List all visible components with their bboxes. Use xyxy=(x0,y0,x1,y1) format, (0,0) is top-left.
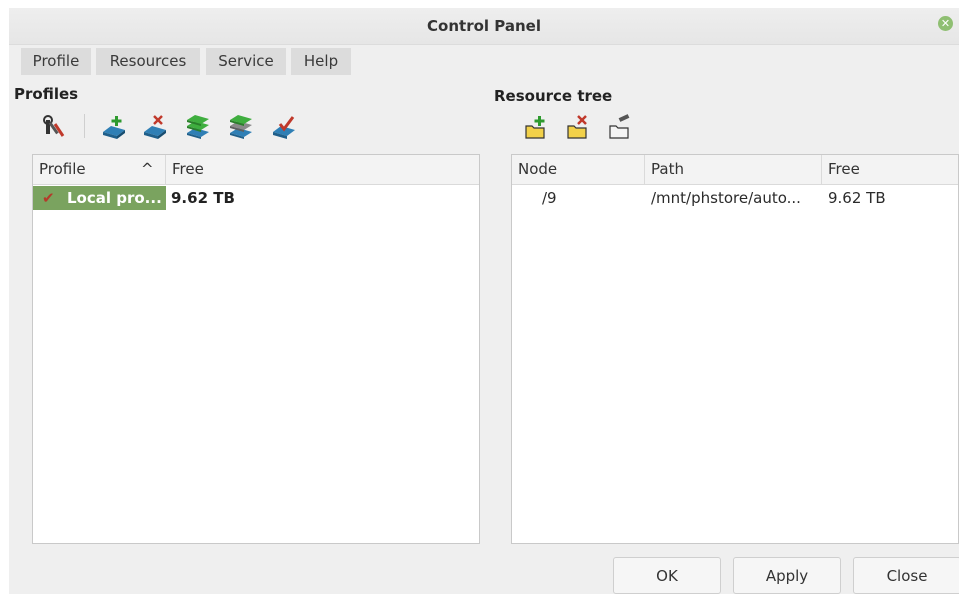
window-close-icon[interactable]: ✕ xyxy=(938,16,953,31)
check-mark-icon: ✔ xyxy=(42,189,55,207)
table-row[interactable]: /9 /mnt/phstore/auto... 9.62 TB xyxy=(512,186,958,210)
profile-name: Local pro... xyxy=(67,189,162,207)
control-panel-window: Control Panel ✕ Profile Resources Servic… xyxy=(9,8,959,594)
add-folder-icon[interactable] xyxy=(523,114,549,140)
edit-folder-icon[interactable] xyxy=(607,114,633,140)
remove-folder-icon[interactable] xyxy=(565,114,591,140)
table-row[interactable]: ✔ Local pro... 9.62 TB xyxy=(33,186,479,210)
resource-list-header: Node Path Free xyxy=(512,155,958,185)
menu-resources[interactable]: Resources xyxy=(96,48,200,75)
add-disk-icon[interactable] xyxy=(101,114,127,140)
node-name: /9 xyxy=(542,189,557,207)
column-profile-label: Profile xyxy=(39,160,86,178)
menu-service[interactable]: Service xyxy=(206,48,286,75)
profile-free-space: 9.62 TB xyxy=(171,189,235,207)
settings-tools-icon[interactable] xyxy=(42,114,68,140)
apply-button[interactable]: Apply xyxy=(733,557,841,594)
toolbar-separator xyxy=(84,114,85,138)
node-path: /mnt/phstore/auto... xyxy=(651,189,801,207)
resource-tree-title: Resource tree xyxy=(494,87,613,105)
menu-help[interactable]: Help xyxy=(291,48,351,75)
gray-disks-icon[interactable] xyxy=(228,114,254,140)
window-title: Control Panel xyxy=(427,17,541,35)
profiles-list[interactable]: Profile ^ Free ✔ Local pro... 9.62 TB xyxy=(32,154,480,544)
node-free-space: 9.62 TB xyxy=(828,189,886,207)
column-profile[interactable]: Profile ^ xyxy=(33,155,166,184)
column-node[interactable]: Node xyxy=(512,155,645,184)
column-free[interactable]: Free xyxy=(822,155,958,184)
resource-tree-list[interactable]: Node Path Free /9 /mnt/phstore/auto... 9… xyxy=(511,154,959,544)
remove-disk-icon[interactable] xyxy=(142,114,168,140)
green-disks-icon[interactable] xyxy=(185,114,211,140)
column-path[interactable]: Path xyxy=(645,155,822,184)
profiles-list-header: Profile ^ Free xyxy=(33,155,479,185)
profiles-title: Profiles xyxy=(14,85,79,103)
column-free[interactable]: Free xyxy=(166,155,479,184)
ok-button[interactable]: OK xyxy=(613,557,721,594)
close-button[interactable]: Close xyxy=(853,557,959,594)
sort-ascending-icon: ^ xyxy=(141,160,154,178)
title-bar[interactable]: Control Panel ✕ xyxy=(9,8,959,45)
check-disk-icon[interactable] xyxy=(271,114,297,140)
menu-profile[interactable]: Profile xyxy=(21,48,91,75)
